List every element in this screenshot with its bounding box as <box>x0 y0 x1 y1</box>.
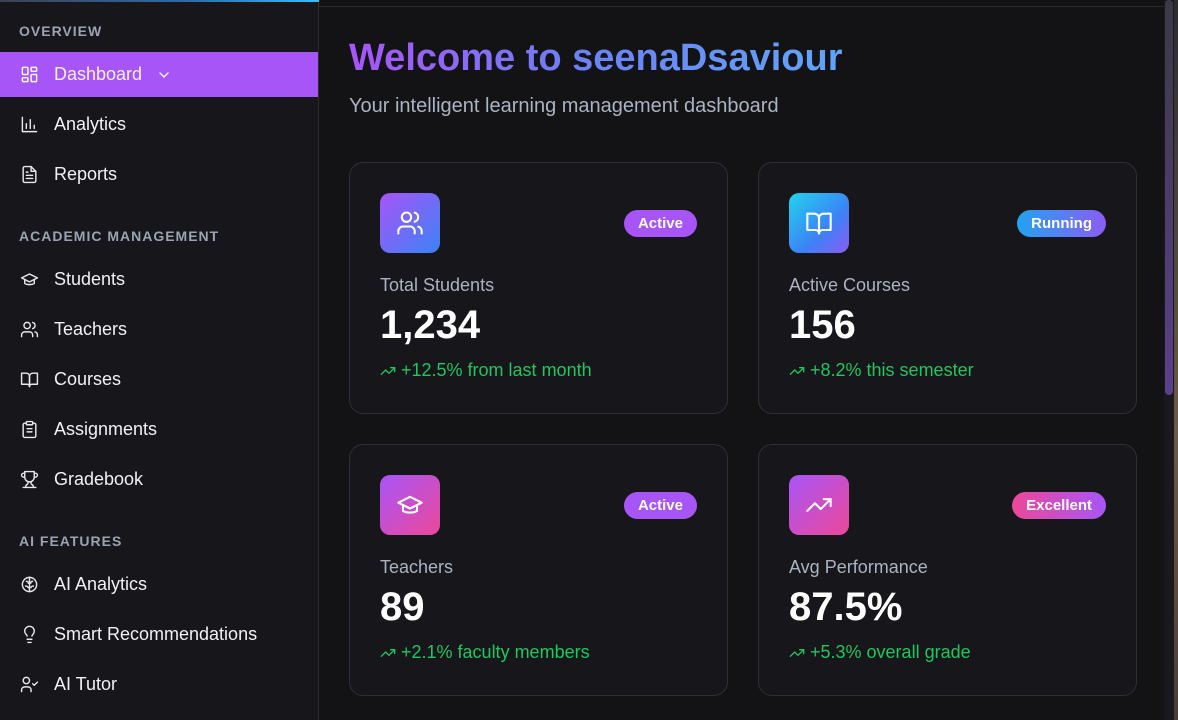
sidebar-item-courses[interactable]: Courses <box>0 357 318 402</box>
stat-card-avg-performance[interactable]: Excellent Avg Performance 87.5% +5.3% ov… <box>758 444 1137 696</box>
sidebar-item-dashboard[interactable]: Dashboard <box>0 52 318 97</box>
page-subtitle: Your intelligent learning management das… <box>349 95 779 117</box>
book-open-icon <box>789 193 849 253</box>
bar-chart-icon <box>19 115 39 135</box>
metric-value: 1,234 <box>380 303 481 347</box>
metric-change: +5.3% overall grade <box>789 642 971 663</box>
sidebar-item-label: Analytics <box>54 114 127 134</box>
chevron-down-icon[interactable] <box>156 67 172 83</box>
trending-up-icon <box>380 648 396 657</box>
stat-card-total-students[interactable]: Active Total Students 1,234 +12.5% from … <box>349 162 728 414</box>
sidebar-item-label: Reports <box>54 164 118 184</box>
sidebar: OVERVIEW Dashboard Analytics Reports ACA… <box>0 0 319 720</box>
vertical-scrollbar[interactable] <box>1164 0 1174 720</box>
window-edge <box>1174 0 1178 720</box>
sidebar-item-label: Students <box>54 269 126 289</box>
sidebar-item-label: AI Analytics <box>54 574 148 594</box>
dashboard-grid-icon <box>19 65 39 85</box>
metric-label: Avg Performance <box>789 557 928 577</box>
section-title-ai-features: AI FEATURES <box>19 533 123 549</box>
metric-value: 87.5% <box>789 585 903 629</box>
lightbulb-icon <box>19 625 39 645</box>
metric-label: Teachers <box>380 557 454 577</box>
sidebar-item-gradebook[interactable]: Gradebook <box>0 457 318 502</box>
metric-value: 156 <box>789 303 856 347</box>
sidebar-item-label: Assignments <box>54 419 158 439</box>
sidebar-item-label: AI Tutor <box>54 674 118 694</box>
scrollbar-thumb[interactable] <box>1165 0 1173 395</box>
metric-change-text: +8.2% this semester <box>810 360 974 380</box>
users-icon <box>380 193 440 253</box>
graduation-cap-icon <box>19 270 39 290</box>
app-window: OVERVIEW Dashboard Analytics Reports ACA… <box>0 0 1178 720</box>
metric-label: Total Students <box>380 275 495 295</box>
top-divider <box>319 6 1164 7</box>
sidebar-item-students[interactable]: Students <box>0 257 318 302</box>
trending-up-icon <box>789 475 849 535</box>
trending-up-icon <box>789 366 805 375</box>
sidebar-item-teachers[interactable]: Teachers <box>0 307 318 352</box>
sidebar-item-analytics[interactable]: Analytics <box>0 102 318 147</box>
sidebar-item-smart-recommendations[interactable]: Smart Recommendations <box>0 612 318 657</box>
sidebar-accent-line <box>0 0 319 2</box>
metric-label: Active Courses <box>789 275 911 295</box>
section-title-overview: OVERVIEW <box>19 23 103 39</box>
metric-change-text: +2.1% faculty members <box>401 642 590 662</box>
sidebar-item-ai-analytics[interactable]: AI Analytics <box>0 562 318 607</box>
user-check-icon <box>19 675 39 695</box>
sidebar-item-label: Smart Recommendations <box>54 624 258 644</box>
users-icon <box>19 320 39 340</box>
metric-change-text: +12.5% from last month <box>401 360 592 380</box>
status-badge: Active <box>623 492 697 519</box>
sidebar-item-label: Teachers <box>54 319 128 339</box>
clipboard-list-icon <box>19 420 39 440</box>
sidebar-item-assignments[interactable]: Assignments <box>0 407 318 452</box>
sidebar-item-label: Gradebook <box>54 469 144 489</box>
document-icon <box>19 165 39 185</box>
status-badge: Running <box>1017 210 1106 237</box>
metric-change-text: +5.3% overall grade <box>810 642 971 662</box>
sidebar-item-label: Dashboard <box>54 64 143 84</box>
status-badge: Active <box>623 210 697 237</box>
trophy-icon <box>19 470 39 490</box>
trending-up-icon <box>380 366 396 375</box>
metric-value: 89 <box>380 585 425 629</box>
page-title: Welcome to seenaDsaviour <box>349 37 843 79</box>
metric-change: +2.1% faculty members <box>380 642 590 663</box>
trending-up-icon <box>789 648 805 657</box>
sidebar-item-ai-tutor[interactable]: AI Tutor <box>0 662 318 707</box>
sidebar-item-label: Courses <box>54 369 122 389</box>
metric-change: +12.5% from last month <box>380 360 592 381</box>
brain-icon <box>19 575 39 595</box>
section-title-academic: ACADEMIC MANAGEMENT <box>19 228 220 244</box>
stat-card-active-courses[interactable]: Running Active Courses 156 +8.2% this se… <box>758 162 1137 414</box>
status-badge: Excellent <box>1012 492 1106 519</box>
stat-card-teachers[interactable]: Active Teachers 89 +2.1% faculty members <box>349 444 728 696</box>
sidebar-item-reports[interactable]: Reports <box>0 152 318 197</box>
main-content: Welcome to seenaDsaviour Your intelligen… <box>319 0 1178 720</box>
book-open-icon <box>19 370 39 390</box>
metric-change: +8.2% this semester <box>789 360 974 381</box>
graduation-cap-icon <box>380 475 440 535</box>
